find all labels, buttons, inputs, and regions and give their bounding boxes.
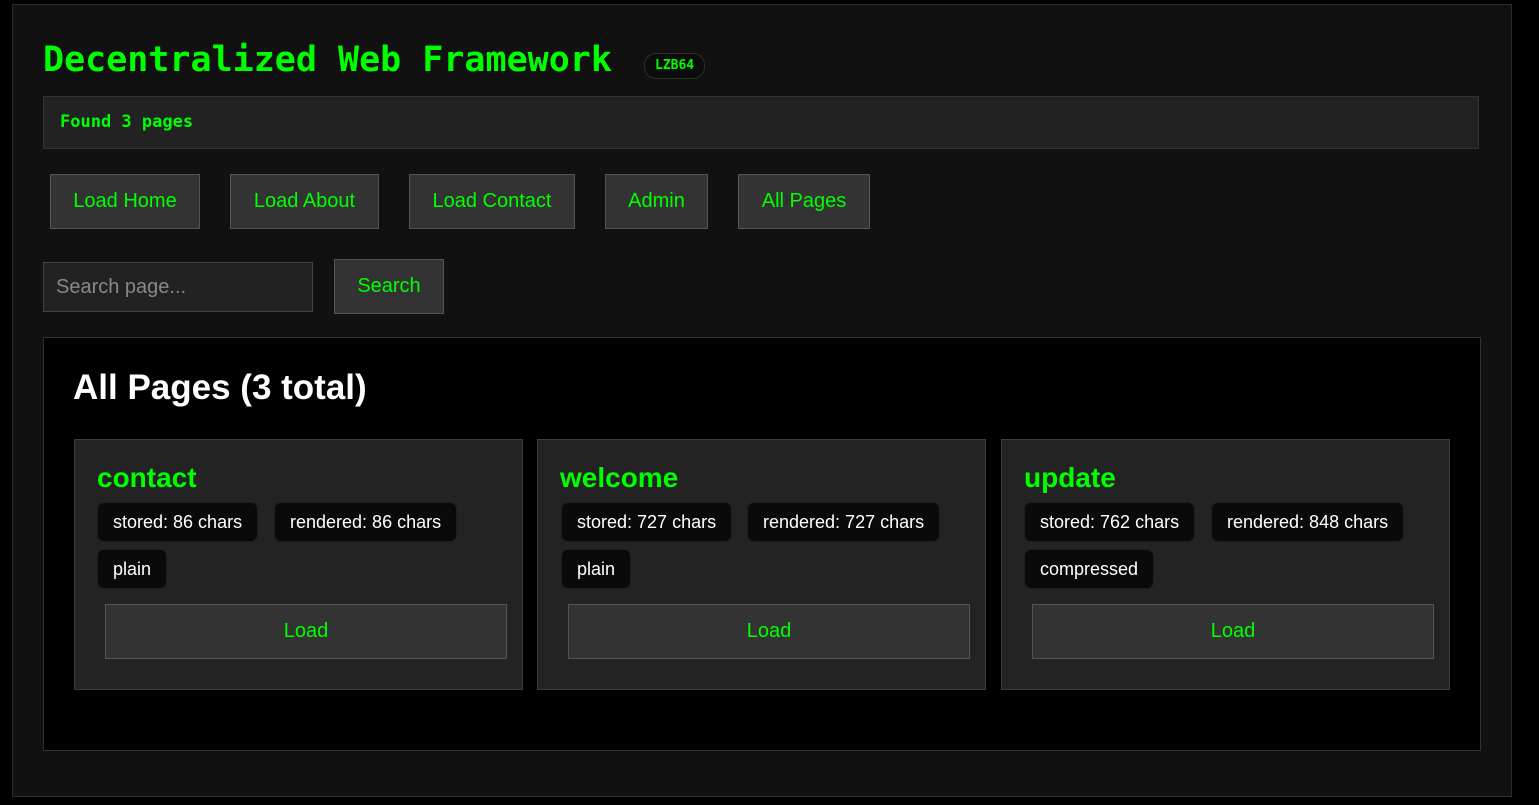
app-title: Decentralized Web Framework xyxy=(43,40,612,80)
all-pages-panel: All Pages (3 total) contact stored: 86 c… xyxy=(43,337,1481,751)
load-page-button[interactable]: Load xyxy=(105,604,507,659)
page-card-contact: contact stored: 86 chars rendered: 86 ch… xyxy=(74,439,523,690)
rendered-size-chip: rendered: 727 chars xyxy=(747,502,941,542)
stored-size-chip: stored: 727 chars xyxy=(561,502,733,542)
rendered-size-chip: rendered: 848 chars xyxy=(1211,502,1405,542)
app-shell: Decentralized Web Framework LZB64 Found … xyxy=(12,4,1512,797)
mode-chip: plain xyxy=(561,549,632,589)
load-page-button[interactable]: Load xyxy=(568,604,970,659)
search-input[interactable] xyxy=(43,262,313,312)
encoding-badge: LZB64 xyxy=(644,53,706,79)
load-page-button[interactable]: Load xyxy=(1032,604,1434,659)
page-card-welcome: welcome stored: 727 chars rendered: 727 … xyxy=(537,439,986,690)
load-home-button[interactable]: Load Home xyxy=(50,174,200,229)
all-pages-button[interactable]: All Pages xyxy=(738,174,870,229)
mode-chip: plain xyxy=(97,549,168,589)
load-contact-button[interactable]: Load Contact xyxy=(409,174,575,229)
search-button[interactable]: Search xyxy=(334,259,444,314)
load-about-button[interactable]: Load About xyxy=(230,174,379,229)
admin-button[interactable]: Admin xyxy=(605,174,708,229)
page-name: welcome xyxy=(560,462,679,493)
page-name: contact xyxy=(97,462,197,493)
stored-size-chip: stored: 86 chars xyxy=(97,502,259,542)
stored-size-chip: stored: 762 chars xyxy=(1024,502,1196,542)
page-name: update xyxy=(1024,462,1116,493)
rendered-size-chip: rendered: 86 chars xyxy=(274,502,458,542)
page-card-update: update stored: 762 chars rendered: 848 c… xyxy=(1001,439,1450,690)
panel-title: All Pages (3 total) xyxy=(73,368,367,407)
status-message: Found 3 pages xyxy=(43,96,1479,149)
mode-chip: compressed xyxy=(1024,549,1155,589)
